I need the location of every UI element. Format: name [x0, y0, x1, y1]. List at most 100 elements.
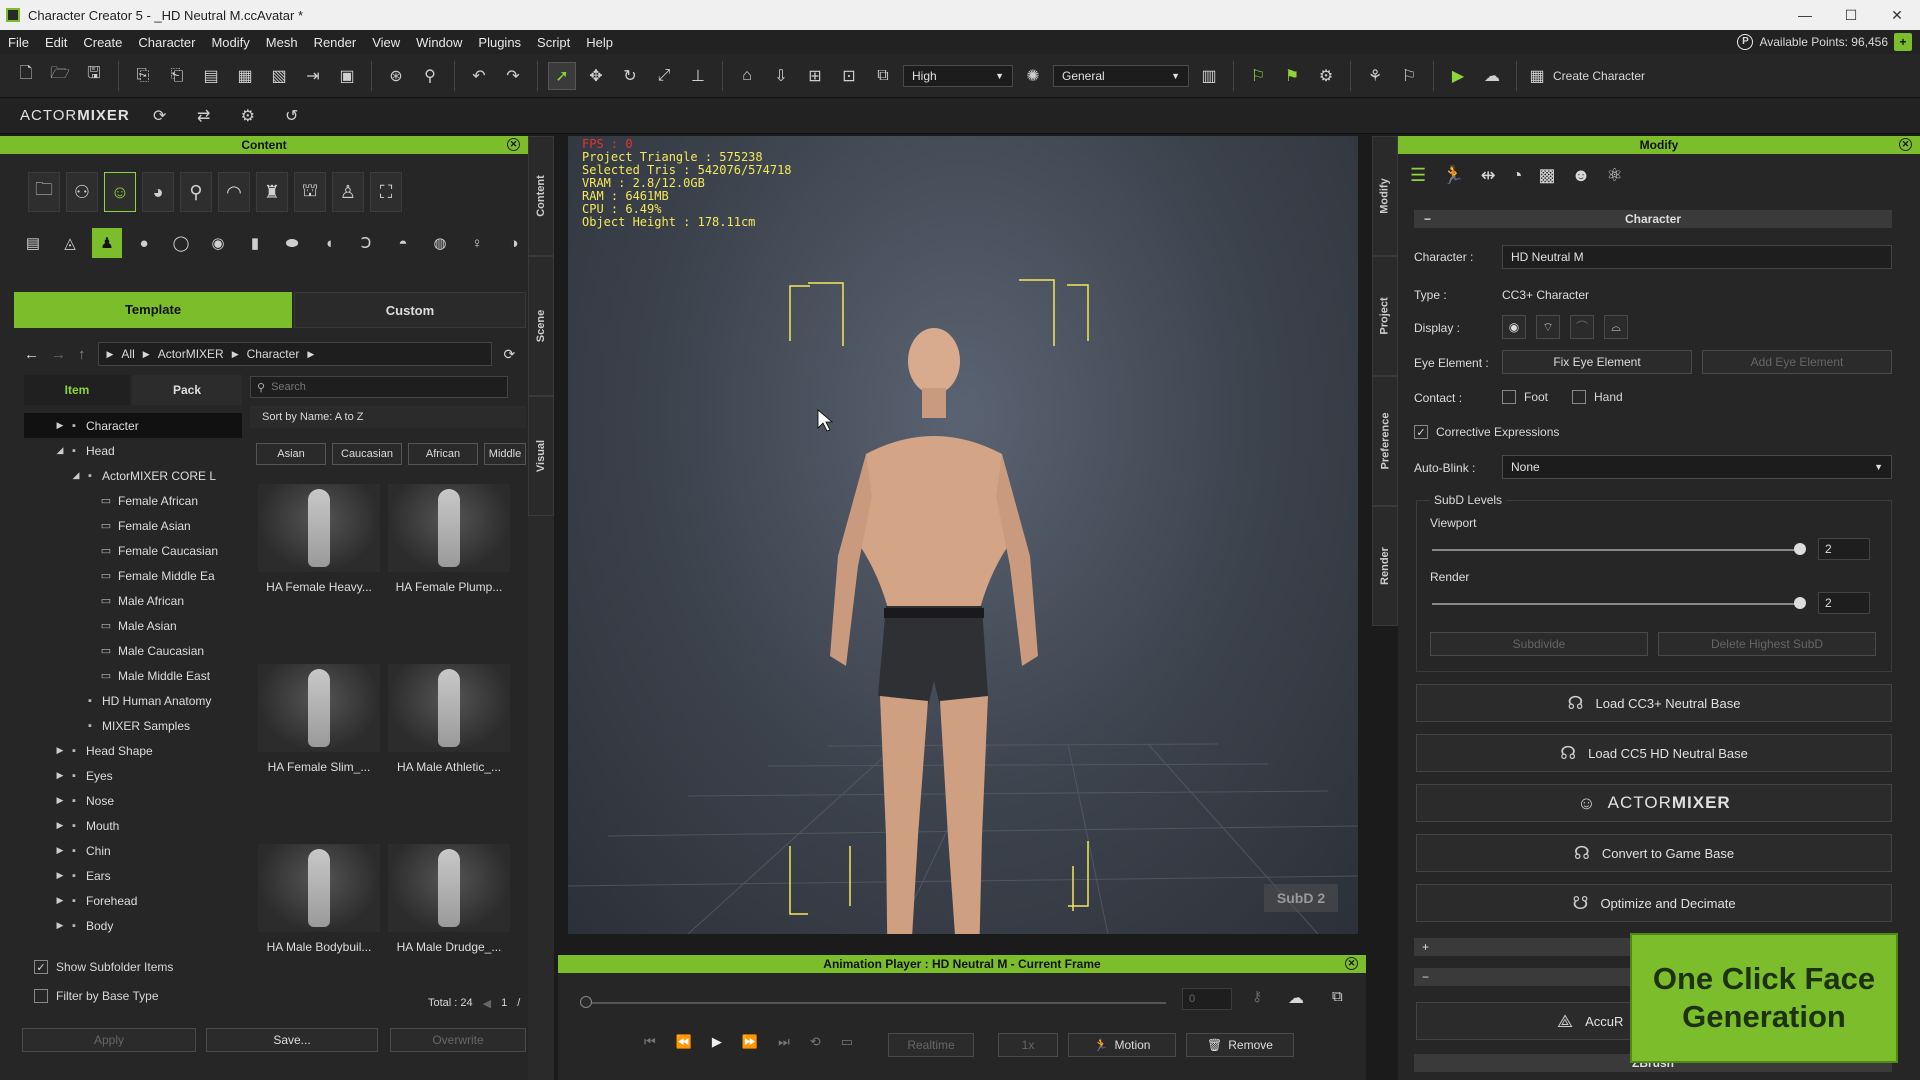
save-icon[interactable]: 🖫	[80, 62, 108, 90]
gallery-icon[interactable]: ▤	[18, 228, 48, 258]
fbx-export-icon[interactable]: ▦	[231, 62, 259, 90]
camera-icon[interactable]: ⧉	[869, 62, 897, 90]
apply-button[interactable]: Apply	[22, 1028, 196, 1052]
play-icon[interactable]: ▶	[1444, 62, 1472, 90]
corrective-expressions-checkbox[interactable]: ✓ Corrective Expressions	[1414, 425, 1559, 439]
close-button[interactable]: ✕	[1874, 7, 1920, 24]
tree-item[interactable]: ▶ ▪ Body	[24, 913, 242, 938]
display-mode-icon[interactable]: ▥	[1195, 62, 1223, 90]
expand-arrow-icon[interactable]: ▶	[54, 795, 66, 806]
character-section-header[interactable]: − Character	[1414, 210, 1892, 228]
menu-view[interactable]: View	[364, 35, 408, 50]
cloth-icon[interactable]: ♜	[256, 172, 288, 212]
tree-item[interactable]: ▶ ▪ Eyes	[24, 763, 242, 788]
tree-item[interactable]: ▶ ▪ Ears	[24, 863, 242, 888]
hair-icon[interactable]: ◠	[218, 172, 250, 212]
usd-export-icon[interactable]: ▧	[265, 62, 293, 90]
material-icon[interactable]: ▩	[1539, 165, 1556, 186]
flag-icon[interactable]: ⚐	[1395, 62, 1423, 90]
actor-icon[interactable]: ⚇	[66, 172, 98, 212]
timeline-slider[interactable]	[586, 1002, 1166, 1004]
breadcrumb-character[interactable]: Character	[247, 347, 300, 361]
tree-item[interactable]: ▶ ▪ Character	[24, 413, 242, 438]
chin-icon[interactable]: ◖	[314, 228, 344, 258]
actormixer-button[interactable]: ☺ ACTORMIXER	[1416, 784, 1892, 822]
folder-icon[interactable]: 🗀	[28, 172, 60, 212]
save-button[interactable]: Save...	[206, 1028, 378, 1052]
side-tab-visual[interactable]: Visual	[528, 396, 554, 516]
show-subfolder-checkbox[interactable]: ✓ Show Subfolder Items	[34, 960, 173, 974]
side-tab-render[interactable]: Render	[1372, 506, 1398, 626]
search-input[interactable]	[271, 381, 472, 393]
iclone-icon[interactable]: ⚘	[1361, 62, 1389, 90]
3d-viewport[interactable]: FPS : 0 Project Triangle : 575238 Select…	[568, 136, 1358, 934]
side-tab-project[interactable]: Project	[1372, 256, 1398, 376]
prev-frame-icon[interactable]: ⏪	[676, 1034, 692, 1050]
expand-arrow-icon[interactable]: ▶	[54, 770, 66, 781]
character-edit-icon[interactable]: ⚑	[1278, 62, 1306, 90]
settings-icon[interactable]: ⚙	[234, 102, 262, 130]
close-icon[interactable]: ✕	[1899, 138, 1912, 151]
home-camera-icon[interactable]: ⌂	[733, 62, 761, 90]
rotate-tool-icon[interactable]: ↻	[616, 62, 644, 90]
transform-icon[interactable]: ⇹	[1481, 165, 1496, 186]
subdivide-button[interactable]: Subdivide	[1430, 632, 1648, 656]
fit-view-icon[interactable]: ⇩	[767, 62, 795, 90]
import-icon[interactable]: ⎘	[129, 62, 157, 90]
side-tab-content[interactable]: Content	[528, 136, 554, 256]
lighting-icon[interactable]: ✺	[1019, 62, 1047, 90]
skin-icon[interactable]: ◕	[142, 172, 174, 212]
menu-edit[interactable]: Edit	[37, 35, 75, 50]
template-thumbnail[interactable]	[388, 844, 510, 932]
menu-file[interactable]: File	[0, 35, 37, 50]
expand-arrow-icon[interactable]: ◢	[54, 445, 66, 456]
realtime-button[interactable]: Realtime	[888, 1033, 974, 1057]
menu-plugins[interactable]: Plugins	[470, 35, 529, 50]
zoom-selected-icon[interactable]: ⊡	[835, 62, 863, 90]
tab-custom[interactable]: Custom	[294, 292, 526, 328]
eye-icon[interactable]: ◉	[203, 228, 233, 258]
speed-select[interactable]: 1x	[998, 1033, 1058, 1057]
hand-checkbox[interactable]: Hand	[1572, 390, 1623, 404]
frame-input[interactable]: 0	[1182, 988, 1232, 1010]
fix-eye-element-button[interactable]: Fix Eye Element	[1502, 350, 1692, 374]
eyebrow-icon[interactable]: ⌒	[1570, 315, 1594, 339]
tree-item[interactable]: ▭ Male Middle East	[24, 663, 242, 688]
head-settings-icon[interactable]: ☻	[1572, 165, 1591, 186]
ear-icon[interactable]: Ↄ	[351, 228, 381, 258]
up-icon[interactable]: ↑	[78, 346, 86, 363]
tab-item[interactable]: Item	[24, 375, 130, 405]
menu-help[interactable]: Help	[578, 35, 621, 50]
menu-create[interactable]: Create	[75, 35, 130, 50]
morph-icon[interactable]: ⚲	[180, 172, 212, 212]
accessory-icon[interactable]: ⛫	[294, 172, 326, 212]
last-frame-icon[interactable]: ⏭	[778, 1034, 790, 1050]
tree-item[interactable]: ▶ ▪ Chin	[24, 838, 242, 863]
new-file-icon[interactable]: 🗋	[12, 62, 40, 90]
next-frame-icon[interactable]: ⏩	[742, 1034, 758, 1050]
sliders-icon[interactable]: ☰	[1410, 165, 1426, 186]
foot-checkbox[interactable]: Foot	[1502, 390, 1548, 404]
load-cc5-hd-neutral-base-button[interactable]: ☊ Load CC5 HD Neutral Base	[1416, 734, 1892, 772]
move-tool-icon[interactable]: ✥	[582, 62, 610, 90]
export-icon[interactable]: ⎗	[163, 62, 191, 90]
viewport-subd-spinner[interactable]: 2	[1818, 538, 1870, 560]
menu-modify[interactable]: Modify	[203, 35, 257, 50]
tree-item[interactable]: ▭ Female Caucasian	[24, 538, 242, 563]
search-field[interactable]: ⚲	[250, 376, 508, 398]
more-icon[interactable]: ◑	[499, 228, 529, 258]
filter-asian[interactable]: Asian	[256, 443, 326, 465]
template-thumbnail[interactable]	[258, 484, 380, 572]
filter-base-checkbox[interactable]: Filter by Base Type	[34, 989, 159, 1003]
expand-arrow-icon[interactable]: ▶	[54, 420, 66, 431]
tree-item[interactable]: ▶ ▪ Head Shape	[24, 738, 242, 763]
menu-script[interactable]: Script	[529, 35, 578, 50]
eyelash-icon[interactable]: ⌔	[1536, 315, 1560, 339]
tree-item[interactable]: ▭ Female Asian	[24, 513, 242, 538]
menu-mesh[interactable]: Mesh	[258, 35, 306, 50]
expand-section[interactable]: +	[1414, 938, 1634, 956]
breadcrumb-actormixer[interactable]: ActorMIXER	[158, 347, 224, 361]
filter-african[interactable]: African	[408, 443, 478, 465]
tree-item[interactable]: ▭ Female Middle Ea	[24, 563, 242, 588]
physics-icon[interactable]: ⚛	[1607, 165, 1623, 186]
